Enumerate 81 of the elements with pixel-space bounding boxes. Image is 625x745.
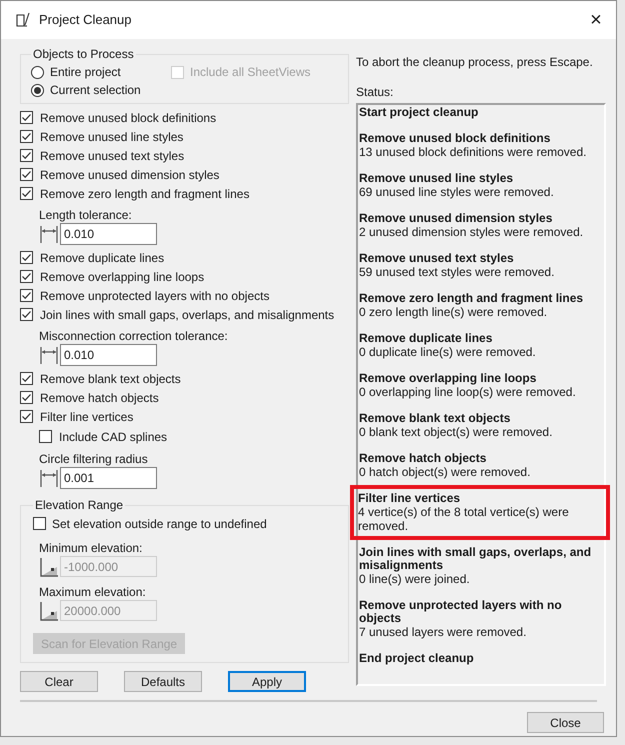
log-entry-detail: 0 zero length line(s) were removed. [359, 305, 548, 319]
log-entry-detail: 7 unused layers were removed. [359, 625, 528, 639]
checkbox-label: Join lines with small gaps, overlaps, and misalignments [40, 306, 334, 324]
radio-button[interactable] [31, 84, 44, 96]
checkbox-label: Remove unused dimension styles [40, 166, 220, 184]
log-entry-detail: 0 overlapping line loop(s) were removed. [359, 385, 577, 399]
checkbox-label: Remove unused text styles [40, 148, 184, 164]
abort-hint: To abort the cleanup process, press Escape. [356, 54, 594, 71]
radio-label: Entire project [50, 64, 121, 81]
checkbox[interactable] [20, 168, 33, 181]
checkbox-label: Remove unprotected layers with no objects [40, 288, 270, 304]
checkbox[interactable] [20, 270, 33, 283]
checkbox-label: Remove zero length and fragment lines [40, 186, 250, 202]
checkbox[interactable] [20, 149, 33, 162]
log-entry-title: Filter line vertices [358, 492, 462, 505]
log-entry-title: Remove overlapping line loops [359, 372, 538, 385]
status-label: Status: [356, 84, 394, 101]
checkbox-label: Remove duplicate lines [40, 250, 164, 266]
log-entry-title: End project cleanup [359, 652, 475, 665]
tolerance-field[interactable]: 0.010 [60, 223, 157, 245]
checkbox[interactable] [20, 251, 33, 264]
checkbox[interactable] [39, 430, 52, 443]
log-entry-title: Remove unused text styles [359, 252, 515, 265]
log-entry-title: Remove hatch objects [359, 452, 488, 465]
field-label: Circle filtering radius [39, 451, 149, 467]
group-title: Elevation Range [34, 497, 124, 514]
checkbox[interactable] [20, 308, 33, 321]
field-label: Misconnection correction tolerance: [39, 328, 229, 344]
dimension-icon [39, 224, 59, 244]
radio-label: Current selection [50, 82, 141, 99]
checkbox-label: Include all SheetViews [190, 64, 311, 81]
checkbox[interactable] [20, 289, 33, 302]
log-entry-detail: 0 hatch object(s) were removed. [359, 465, 532, 479]
log-entry-detail: 0 blank text object(s) were removed. [359, 425, 554, 439]
field-label: Maximum elevation: [39, 584, 147, 600]
log-entry-title: Join lines with small gaps, overlaps, and misalignments [359, 546, 592, 572]
log-entry-title: Remove unused line styles [359, 172, 514, 185]
checkbox[interactable] [20, 372, 33, 385]
dimension-icon [39, 345, 59, 365]
checkbox[interactable] [20, 391, 33, 404]
log-entry-title: Remove unused block definitions [359, 132, 552, 145]
log-entry-detail: 0 line(s) were joined. [359, 572, 471, 586]
log-entry-detail: 2 unused dimension styles were removed. [359, 225, 584, 239]
radio-button[interactable] [31, 66, 44, 78]
elevation-icon [39, 600, 59, 620]
checkbox-label: Set elevation outside range to undefined [52, 516, 267, 532]
group-title: Objects to Process [32, 46, 135, 63]
dimension-icon [39, 468, 59, 488]
close-button[interactable]: Close [527, 712, 604, 733]
checkbox-label: Include CAD splines [59, 428, 168, 446]
checkbox[interactable] [20, 187, 33, 200]
log-entry-title: Remove duplicate lines [359, 332, 494, 345]
field-label: Length tolerance: [39, 207, 133, 223]
log-entry-detail: 69 unused line styles were removed. [359, 185, 555, 199]
log-entry-title: Remove blank text objects [359, 412, 512, 425]
checkbox[interactable] [20, 410, 33, 423]
tolerance-field[interactable]: 0.001 [60, 467, 157, 489]
log-entry-title: Remove unprotected layers with no objects [359, 599, 563, 625]
checkbox[interactable] [20, 111, 33, 124]
tolerance-field[interactable]: 0.010 [60, 344, 157, 366]
window-title: Project Cleanup [39, 11, 132, 30]
log-entry-detail: 4 vertice(s) of the 8 total vertice(s) were removed. [358, 505, 570, 533]
dialog-button[interactable]: Apply [228, 671, 306, 692]
checkbox-label: Filter line vertices [40, 408, 134, 426]
checkbox-label: Remove unused block definitions [40, 110, 216, 126]
log-entry-title: Remove zero length and fragment lines [359, 292, 584, 305]
checkbox-label: Remove hatch objects [40, 390, 159, 406]
elevation-icon [39, 556, 59, 576]
dialog-button[interactable]: Clear [20, 671, 98, 692]
log-entry-detail: 59 unused text styles were removed. [359, 265, 556, 279]
checkbox[interactable] [33, 517, 46, 530]
log-entry-title: Start project cleanup [359, 106, 480, 119]
checkbox-label: Remove blank text objects [40, 370, 181, 388]
dialog-button[interactable]: Defaults [124, 671, 202, 692]
log-entry-title: Remove unused dimension styles [359, 212, 554, 225]
field-label: Minimum elevation: [39, 540, 144, 556]
checkbox-label: Remove unused line styles [40, 128, 184, 146]
log-entry-detail: 13 unused block definitions were removed. [359, 145, 588, 159]
checkbox[interactable] [20, 130, 33, 143]
checkbox-label: Remove overlapping line loops [40, 268, 204, 286]
log-entry-detail: 0 duplicate line(s) were removed. [359, 345, 537, 359]
